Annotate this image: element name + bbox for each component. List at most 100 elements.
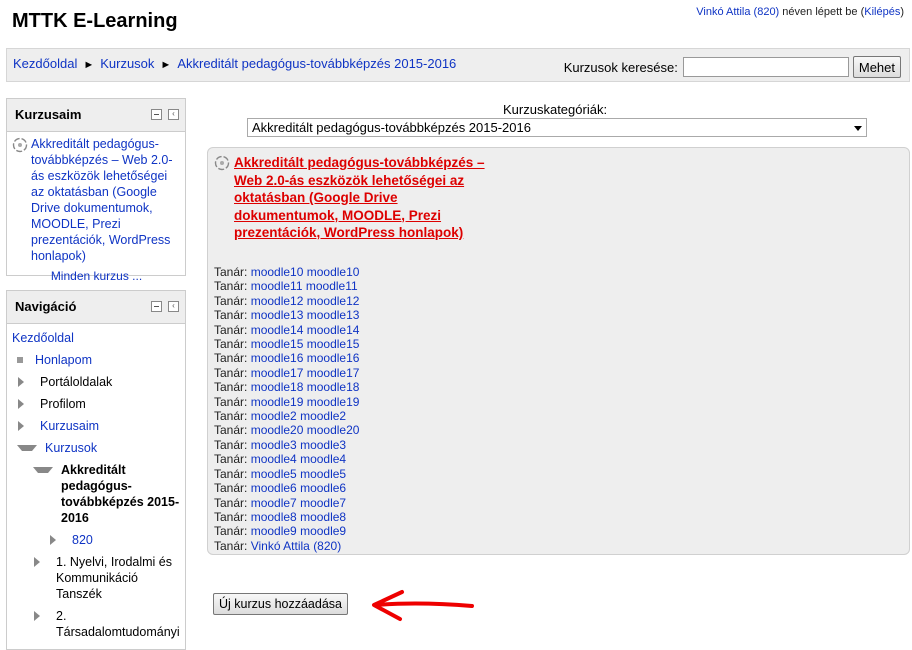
expand-icon[interactable]: [34, 557, 46, 567]
breadcrumb-separator: ►: [83, 59, 95, 71]
teacher-label: Tanár:: [214, 293, 248, 308]
expand-icon[interactable]: [18, 377, 30, 387]
teacher-link[interactable]: moodle18 moodle18: [251, 380, 360, 394]
breadcrumb-home[interactable]: Kezdőoldal: [13, 56, 77, 71]
teacher-link[interactable]: moodle3 moodle3: [251, 438, 346, 452]
search-input[interactable]: [682, 57, 849, 77]
teacher-row: Tanár: moodle10 moodle10: [214, 265, 359, 279]
nav-item-courses[interactable]: Kurzusok: [45, 440, 97, 456]
red-arrow-annotation: [372, 590, 474, 621]
teacher-row: Tanár: moodle5 moodle5: [214, 467, 359, 481]
expand-icon[interactable]: [50, 535, 62, 545]
teacher-link[interactable]: moodle19 moodle19: [251, 395, 360, 409]
teacher-link[interactable]: moodle8 moodle8: [251, 510, 346, 524]
nav-category-current[interactable]: Akkreditált pedagógus-továbbképzés 2015-…: [61, 462, 181, 526]
teacher-link[interactable]: moodle15 moodle15: [251, 337, 360, 351]
teacher-row: Tanár: moodle2 moodle2: [214, 409, 359, 423]
nav-item-site-pages[interactable]: Portáloldalak: [40, 374, 112, 390]
dropdown-arrow-icon: [854, 126, 862, 131]
course-box: Akkreditált pedagógus-továbbképzés – Web…: [207, 147, 910, 555]
teacher-link[interactable]: moodle6 moodle6: [251, 481, 346, 495]
teacher-link[interactable]: moodle9 moodle9: [251, 524, 346, 538]
minimize-icon[interactable]: [151, 301, 162, 312]
teacher-row: Tanár: moodle16 moodle16: [214, 351, 359, 365]
teacher-label: Tanár:: [214, 394, 248, 409]
dock-icon[interactable]: ‹: [168, 109, 179, 120]
teacher-label: Tanár:: [214, 437, 248, 452]
search-button[interactable]: Mehet: [852, 56, 901, 78]
collapse-icon[interactable]: [33, 467, 53, 473]
breadcrumb-category[interactable]: Akkreditált pedagógus-továbbképzés 2015-…: [177, 56, 456, 71]
teacher-link[interactable]: moodle17 moodle17: [251, 366, 360, 380]
add-course-button[interactable]: Új kurzus hozzáadása: [213, 593, 348, 615]
teacher-label: Tanár:: [214, 322, 248, 337]
teacher-label: Tanár:: [214, 365, 248, 380]
block-title: Navigáció: [15, 299, 77, 314]
teacher-link[interactable]: moodle5 moodle5: [251, 467, 346, 481]
teacher-link[interactable]: moodle13 moodle13: [251, 308, 360, 322]
course-icon: [214, 155, 230, 171]
my-courses-block: Kurzusaim ‹ Akkreditált pedagógus-tovább…: [6, 98, 186, 283]
teacher-label: Tanár:: [214, 380, 248, 395]
teacher-row: Tanár: Vinkó Attila (820): [214, 539, 359, 553]
expand-icon[interactable]: [18, 399, 30, 409]
course-title-link[interactable]: Akkreditált pedagógus-továbbképzés – Web…: [234, 154, 496, 242]
teacher-link[interactable]: moodle11 moodle11: [251, 279, 358, 293]
teacher-row: Tanár: moodle9 moodle9: [214, 524, 359, 538]
breadcrumb-separator: ►: [160, 59, 172, 71]
teacher-row: Tanár: moodle14 moodle14: [214, 323, 359, 337]
teacher-link[interactable]: moodle4 moodle4: [251, 452, 346, 466]
teacher-row: Tanár: moodle17 moodle17: [214, 366, 359, 380]
minimize-icon[interactable]: [151, 109, 162, 120]
nav-dept-2[interactable]: 2. Társadalomtudományi: [56, 608, 181, 640]
teacher-row: Tanár: moodle4 moodle4: [214, 452, 359, 466]
teacher-row: Tanár: moodle12 moodle12: [214, 294, 359, 308]
navbar: Kezdőoldal ► Kurzusok ► Akkreditált pedagógu…: [6, 48, 910, 82]
logout-link[interactable]: Kilépés: [864, 6, 900, 18]
teacher-link[interactable]: moodle20 moodle20: [251, 423, 360, 437]
nav-item-my-courses[interactable]: Kurzusaim: [40, 418, 99, 434]
breadcrumb: Kezdőoldal ► Kurzusok ► Akkreditált pedagógu…: [13, 56, 456, 71]
dock-icon[interactable]: ‹: [168, 301, 179, 312]
category-select[interactable]: Akkreditált pedagógus-továbbképzés 2015-…: [247, 118, 867, 137]
teacher-link[interactable]: moodle12 moodle12: [251, 294, 360, 308]
all-courses-link[interactable]: Minden kurzus ...: [51, 269, 142, 283]
bullet-icon: [17, 357, 23, 363]
breadcrumb-courses[interactable]: Kurzusok: [100, 56, 154, 71]
teacher-label: Tanár:: [214, 279, 248, 294]
collapse-icon[interactable]: [17, 445, 37, 451]
teacher-row: Tanár: moodle18 moodle18: [214, 380, 359, 394]
teacher-link[interactable]: moodle10 moodle10: [251, 265, 360, 279]
block-title: Kurzusaim: [15, 107, 82, 122]
my-course-link[interactable]: Akkreditált pedagógus-továbbképzés – Web…: [12, 136, 181, 264]
expand-icon[interactable]: [34, 611, 46, 621]
nav-item-dashboard[interactable]: Honlapom: [35, 352, 92, 368]
nav-dept-1[interactable]: 1. Nyelvi, Irodalmi és Kommunikáció Tans…: [56, 554, 181, 602]
teacher-label: Tanár:: [214, 495, 248, 510]
user-profile-link[interactable]: Vinkó Attila (820): [696, 6, 779, 18]
my-course-title[interactable]: Akkreditált pedagógus-továbbképzés – Web…: [31, 136, 181, 264]
teacher-label: Tanár:: [214, 308, 248, 323]
teacher-label: Tanár:: [214, 409, 248, 424]
teacher-row: Tanár: moodle11 moodle11: [214, 279, 359, 293]
teacher-link[interactable]: moodle7 moodle7: [251, 496, 346, 510]
teacher-row: Tanár: moodle7 moodle7: [214, 496, 359, 510]
teacher-label: Tanár:: [214, 538, 248, 553]
expand-icon[interactable]: [18, 421, 30, 431]
teacher-row: Tanár: moodle20 moodle20: [214, 423, 359, 437]
block-header: Kurzusaim ‹: [7, 99, 185, 132]
teacher-label: Tanár:: [214, 337, 248, 352]
teacher-link[interactable]: Vinkó Attila (820): [251, 539, 342, 553]
teacher-label: Tanár:: [214, 452, 248, 467]
teacher-link[interactable]: moodle2 moodle2: [251, 409, 346, 423]
nav-course-820[interactable]: 820: [72, 532, 93, 548]
teacher-label: Tanár:: [214, 524, 248, 539]
nav-item-profile[interactable]: Profilom: [40, 396, 86, 412]
teacher-row: Tanár: moodle3 moodle3: [214, 438, 359, 452]
teacher-label: Tanár:: [214, 351, 248, 366]
teacher-label: Tanár:: [214, 466, 248, 481]
category-label: Kurzuskategóriák:: [503, 102, 608, 117]
nav-home[interactable]: Kezdőoldal: [12, 330, 74, 346]
teacher-link[interactable]: moodle16 moodle16: [251, 351, 360, 365]
teacher-link[interactable]: moodle14 moodle14: [251, 323, 360, 337]
